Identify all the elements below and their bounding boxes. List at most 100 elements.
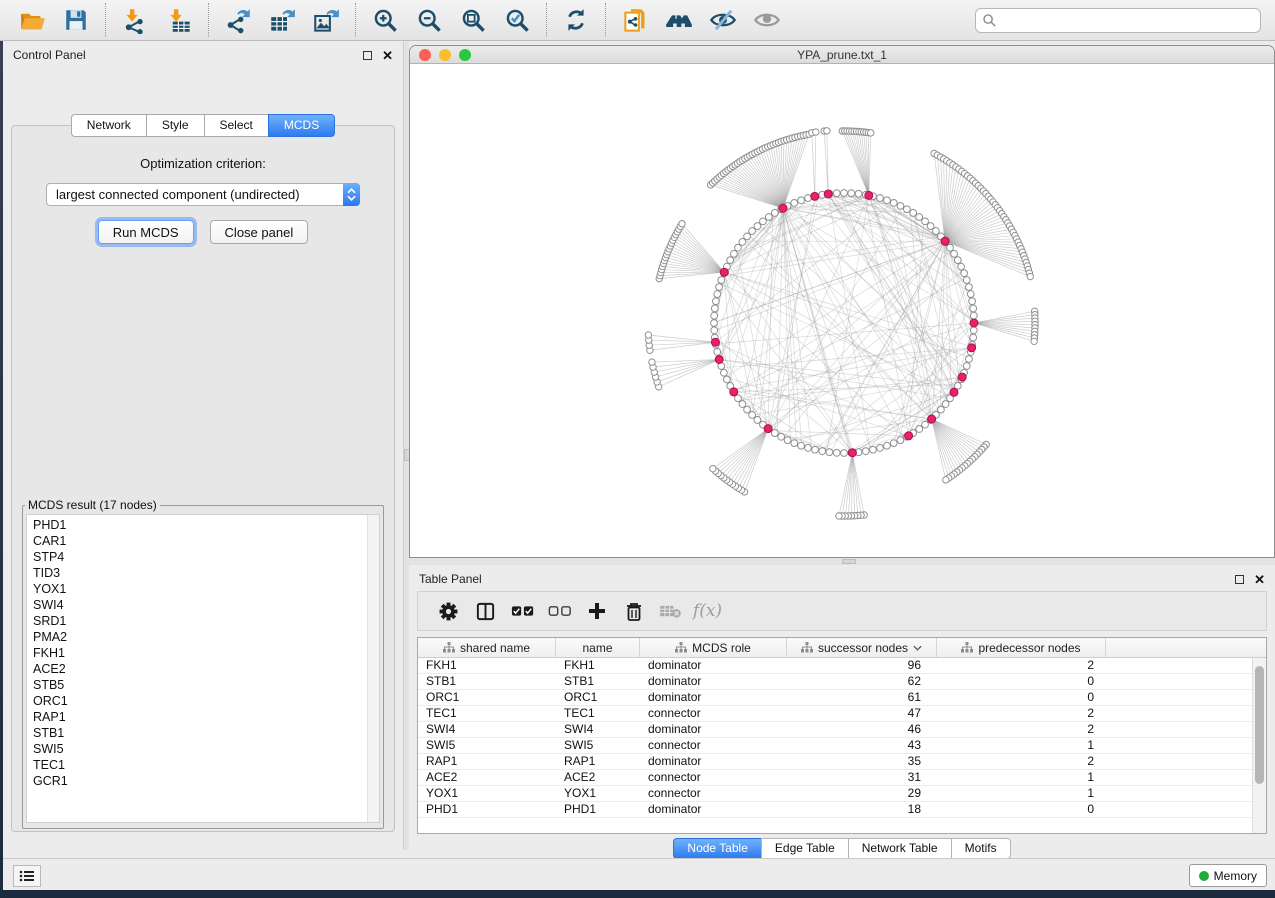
column-header-MCDS-role[interactable]: MCDS role — [640, 638, 787, 657]
table-cell[interactable]: dominator — [640, 674, 787, 689]
close-panel-icon[interactable]: ✕ — [1254, 573, 1265, 586]
column-header-name[interactable]: name — [556, 638, 640, 657]
column-header-predecessor-nodes[interactable]: predecessor nodes — [937, 638, 1106, 657]
mcds-list-item[interactable]: GCR1 — [27, 773, 379, 789]
table-cell[interactable]: TEC1 — [556, 706, 640, 721]
table-row[interactable]: STB1STB1dominator620 — [418, 674, 1252, 690]
table-row[interactable]: ACE2ACE2connector311 — [418, 770, 1252, 786]
table-cell[interactable]: dominator — [640, 802, 787, 817]
table-cell[interactable]: 0 — [937, 690, 1106, 705]
table-cell[interactable]: dominator — [640, 690, 787, 705]
mcds-list-item[interactable]: STP4 — [27, 549, 379, 565]
table-cell[interactable]: 18 — [787, 802, 937, 817]
select-all-checkboxes-icon[interactable] — [504, 596, 541, 626]
open-file-icon[interactable] — [13, 3, 51, 37]
table-cell[interactable]: TEC1 — [418, 706, 556, 721]
table-row[interactable]: FKH1FKH1dominator962 — [418, 658, 1252, 674]
table-row[interactable]: YOX1YOX1connector291 — [418, 786, 1252, 802]
table-cell[interactable]: dominator — [640, 658, 787, 673]
splitter-grip[interactable] — [842, 559, 856, 564]
save-session-icon[interactable] — [57, 3, 95, 37]
export-image-icon[interactable] — [307, 3, 345, 37]
table-cell[interactable]: 61 — [787, 690, 937, 705]
tab-mcds[interactable]: MCDS — [268, 114, 335, 137]
export-table-icon[interactable] — [263, 3, 301, 37]
column-header-shared-name[interactable]: shared name — [418, 638, 556, 657]
mcds-list-item[interactable]: STB5 — [27, 677, 379, 693]
table-cell[interactable]: FKH1 — [418, 658, 556, 673]
mcds-list-item[interactable]: CAR1 — [27, 533, 379, 549]
table-cell[interactable]: ACE2 — [556, 770, 640, 785]
table-cell[interactable]: YOX1 — [418, 786, 556, 801]
tab-style[interactable]: Style — [146, 114, 204, 137]
close-panel-button[interactable]: Close panel — [210, 220, 309, 244]
mcds-list-item[interactable]: RAP1 — [27, 709, 379, 725]
table-cell[interactable]: 0 — [937, 802, 1106, 817]
table-cell[interactable]: connector — [640, 786, 787, 801]
table-row[interactable]: TEC1TEC1connector472 — [418, 706, 1252, 722]
table-cell[interactable]: connector — [640, 706, 787, 721]
share-document-icon[interactable] — [616, 3, 654, 37]
mcds-list-item[interactable]: TEC1 — [27, 757, 379, 773]
column-header-successor-nodes[interactable]: successor nodes — [787, 638, 937, 657]
column-selector-icon[interactable] — [467, 596, 504, 626]
table-cell[interactable]: 1 — [937, 738, 1106, 753]
table-cell[interactable]: 2 — [937, 754, 1106, 769]
table-cell[interactable]: 62 — [787, 674, 937, 689]
table-row[interactable]: ORC1ORC1dominator610 — [418, 690, 1252, 706]
table-cell[interactable]: 43 — [787, 738, 937, 753]
mcds-list-item[interactable]: SWI5 — [27, 741, 379, 757]
tab-select[interactable]: Select — [204, 114, 268, 137]
horizontal-splitter[interactable] — [409, 558, 1275, 565]
float-window-icon[interactable] — [363, 51, 372, 60]
table-row[interactable]: RAP1RAP1dominator352 — [418, 754, 1252, 770]
table-cell[interactable]: FKH1 — [556, 658, 640, 673]
table-cell[interactable]: RAP1 — [556, 754, 640, 769]
search-field[interactable] — [975, 8, 1261, 33]
tab-node-table[interactable]: Node Table — [673, 838, 761, 859]
table-cell[interactable]: connector — [640, 738, 787, 753]
table-cell[interactable]: YOX1 — [556, 786, 640, 801]
table-cell[interactable]: connector — [640, 770, 787, 785]
table-row[interactable]: PHD1PHD1dominator180 — [418, 802, 1252, 818]
table-cell[interactable]: PHD1 — [556, 802, 640, 817]
criterion-select[interactable]: largest connected component (undirected) — [46, 183, 360, 206]
table-row[interactable]: SWI5SWI5connector431 — [418, 738, 1252, 754]
close-panel-icon[interactable]: ✕ — [382, 49, 393, 62]
mcds-list-item[interactable]: YOX1 — [27, 581, 379, 597]
table-cell[interactable]: ACE2 — [418, 770, 556, 785]
show-all-eye-icon[interactable] — [748, 3, 786, 37]
zoom-fit-icon[interactable] — [454, 3, 492, 37]
table-cell[interactable]: 96 — [787, 658, 937, 673]
network-canvas[interactable] — [410, 65, 1274, 557]
task-history-button[interactable] — [13, 865, 41, 887]
table-cell[interactable]: 31 — [787, 770, 937, 785]
memory-button[interactable]: Memory — [1189, 864, 1267, 887]
scrollbar-thumb[interactable] — [1255, 666, 1264, 784]
tab-motifs[interactable]: Motifs — [951, 838, 1011, 859]
mcds-list-item[interactable]: SWI4 — [27, 597, 379, 613]
zoom-out-icon[interactable] — [410, 3, 448, 37]
delete-table-icon[interactable] — [652, 596, 689, 626]
mcds-list-item[interactable]: ACE2 — [27, 661, 379, 677]
table-row[interactable]: SWI4SWI4dominator462 — [418, 722, 1252, 738]
list-scrollbar[interactable] — [367, 515, 379, 822]
export-network-icon[interactable] — [219, 3, 257, 37]
search-input[interactable] — [1001, 13, 1254, 27]
table-cell[interactable]: 29 — [787, 786, 937, 801]
mcds-list-item[interactable]: PMA2 — [27, 629, 379, 645]
refresh-icon[interactable] — [557, 3, 595, 37]
table-cell[interactable]: SWI5 — [556, 738, 640, 753]
float-window-icon[interactable] — [1235, 575, 1244, 584]
mcds-list-item[interactable]: TID3 — [27, 565, 379, 581]
zoom-selected-icon[interactable] — [498, 3, 536, 37]
table-cell[interactable]: STB1 — [556, 674, 640, 689]
hide-selected-eye-icon[interactable] — [704, 3, 742, 37]
function-builder-icon[interactable]: f(x) — [689, 596, 726, 626]
table-cell[interactable]: ORC1 — [418, 690, 556, 705]
sort-chevron-icon[interactable] — [913, 645, 922, 651]
mcds-list-item[interactable]: ORC1 — [27, 693, 379, 709]
table-cell[interactable]: PHD1 — [418, 802, 556, 817]
run-mcds-button[interactable]: Run MCDS — [98, 220, 194, 244]
table-cell[interactable]: 0 — [937, 674, 1106, 689]
